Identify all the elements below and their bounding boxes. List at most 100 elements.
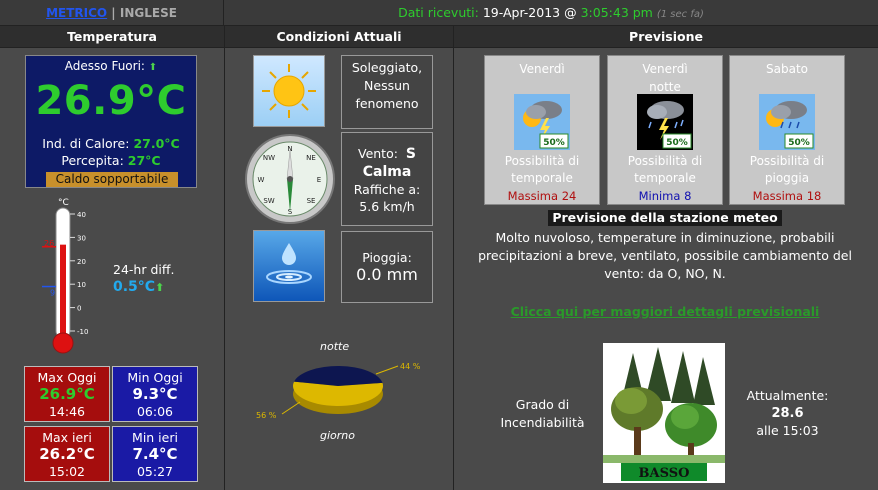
feels-like-value: 27°C — [127, 153, 161, 168]
min-yesterday-value: 7.4°C — [132, 445, 178, 463]
thermo-unit: °C — [58, 198, 69, 208]
day-pct: 56 % — [256, 411, 277, 420]
min-marker-label: 9 — [50, 289, 55, 298]
max-today-time: 14:46 — [48, 404, 86, 419]
min-yesterday-title: Min ieri — [132, 430, 178, 445]
max-yesterday-title: Max ieri — [42, 430, 92, 445]
english-link[interactable]: INGLESE — [120, 6, 177, 20]
rain-day-icon: 50% — [759, 94, 815, 150]
condition-line-1: Soleggiato, — [351, 60, 423, 75]
thermo-mercury — [60, 244, 66, 341]
forecast-desc-line-2: temporale — [511, 171, 573, 185]
rain-value: 0.0 mm — [356, 265, 418, 284]
sun-icon — [253, 55, 325, 127]
diff-up-icon: ⬆ — [155, 281, 165, 294]
current-temp-box: Adesso Fuori: ⬆ 26.9°C Ind. di Calore: 2… — [25, 55, 197, 188]
trend-up-icon: ⬆ — [148, 62, 158, 73]
station-forecast-title: Previsione della stazione meteo — [548, 210, 782, 226]
wind-label: Vento: — [357, 146, 398, 161]
night-pct: 44 % — [400, 362, 421, 371]
compass-ne: NE — [306, 154, 316, 162]
forecast-desc-line-1: Possibilità di — [627, 154, 703, 168]
night-label: notte — [320, 340, 349, 353]
min-yesterday-time: 05:27 — [136, 464, 174, 479]
received-ago: (1 sec fa) — [656, 9, 704, 20]
rain-text: Pioggia: 0.0 mm — [341, 231, 433, 303]
metric-link[interactable]: METRICO — [46, 6, 107, 20]
heat-index: Ind. di Calore: 27.0°C — [26, 136, 196, 151]
forecast-description: Possibilità di temporale — [608, 153, 722, 187]
rain-label: Pioggia: — [362, 250, 412, 265]
storm-day-icon: 50% — [514, 94, 570, 150]
fire-level: BASSO — [639, 466, 690, 481]
max-marker-label: 26 — [44, 239, 54, 248]
max-today-value: 26.9°C — [39, 385, 95, 403]
forecast-desc-line-1: Possibilità di pioggia — [749, 154, 825, 185]
max-today-box: Max Oggi 26.9°C 14:46 — [24, 366, 110, 422]
forecast-day: Sabato — [766, 62, 808, 76]
compass-w: W — [258, 176, 265, 184]
outside-label: Adesso Fuori: ⬆ — [26, 59, 196, 73]
heat-index-value: 27.0°C — [133, 136, 180, 151]
max-yesterday-box: Max ieri 26.2°C 15:02 — [24, 426, 110, 482]
forecast-probability: 50% — [666, 138, 688, 148]
condition-line-2: Nessun — [364, 78, 410, 93]
day-night-pie: notte giorno 44 % 56 % — [256, 340, 421, 442]
day-label: giorno — [320, 429, 355, 442]
min-today-title: Min Oggi — [127, 370, 183, 385]
thermo-tick-label: -10 — [77, 328, 88, 336]
forecast-probability: 50% — [788, 138, 810, 148]
gust-label: Raffiche a: — [353, 182, 421, 197]
thermo-tick-label: 40 — [77, 211, 86, 219]
forecast-temp: Massima 24 — [507, 189, 577, 203]
outside-label-text: Adesso Fuori: — [64, 59, 145, 73]
conditions-header: Condizioni Attuali — [225, 26, 453, 48]
thermo-tick-label: 10 — [77, 281, 86, 289]
wind-direction: S — [405, 146, 416, 162]
min-today-time: 06:06 — [136, 404, 174, 419]
forecast-temp: Minima 8 — [638, 189, 692, 203]
forest-icon: BASSO — [603, 343, 725, 483]
unit-switch: METRICO | INGLESE — [0, 0, 224, 26]
forecast-description: Possibilità di pioggia — [730, 153, 844, 187]
forecast-card: Venerdì 50% Possibilità di temporale Mas… — [484, 55, 600, 205]
compass-s: S — [288, 208, 293, 216]
fire-now-label: Attualmente: — [746, 388, 829, 403]
condition-text: Soleggiato, Nessun fenomeno — [341, 55, 433, 129]
heat-index-label: Ind. di Calore: — [42, 136, 130, 151]
feels-like-label: Percepita: — [61, 153, 124, 168]
received-date: 19-Apr-2013 @ — [482, 5, 577, 20]
forecast-desc-line-2: temporale — [634, 171, 696, 185]
wind-calm: Calma — [362, 164, 412, 180]
thermo-tick-label: 20 — [77, 258, 86, 266]
forecast-header: Previsione — [454, 26, 878, 48]
forecast-temp: Massima 18 — [752, 189, 822, 203]
water-drop-icon — [253, 230, 325, 302]
thermo-tick-label: 0 — [77, 305, 81, 313]
max-today-title: Max Oggi — [37, 370, 97, 385]
min-today-value: 9.3°C — [132, 385, 178, 403]
thermo-bulb — [52, 332, 74, 354]
forecast-probability: 50% — [543, 138, 565, 148]
forecast-details-link[interactable]: Clicca qui per maggiori dettagli previsi… — [470, 304, 860, 319]
fire-label-line-2: Incendiabilità — [500, 415, 585, 430]
forecast-day-name: Venerdì — [642, 62, 688, 76]
thermo-tick-label: 30 — [77, 234, 86, 242]
max-yesterday-time: 15:02 — [48, 464, 86, 479]
forecast-description: Possibilità di temporale — [485, 153, 599, 187]
storm-night-icon: 50% — [637, 94, 693, 150]
received-label: Dati ricevuti: — [398, 5, 479, 20]
station-forecast-text: Molto nuvoloso, temperature in diminuzio… — [478, 230, 852, 281]
max-yesterday-value: 26.2°C — [39, 445, 95, 463]
compass-nw: NW — [263, 154, 275, 162]
fire-current: Attualmente: 28.6 alle 15:03 — [740, 387, 835, 439]
forecast-card: Sabato 50% Possibilità di pioggia Massim… — [729, 55, 845, 205]
forecast-desc-line-1: Possibilità di — [504, 154, 580, 168]
unit-separator: | — [111, 6, 116, 20]
diff-value-text: 0.5°C — [113, 279, 156, 295]
wind-text: Vento: S Calma Raffiche a: 5.6 km/h — [341, 132, 433, 226]
compass-icon: N NE E SE S SW W NW — [245, 134, 335, 224]
compass-se: SE — [307, 197, 316, 205]
temperature-header: Temperatura — [0, 26, 224, 48]
comfort-status: Caldo sopportabile — [46, 172, 178, 187]
